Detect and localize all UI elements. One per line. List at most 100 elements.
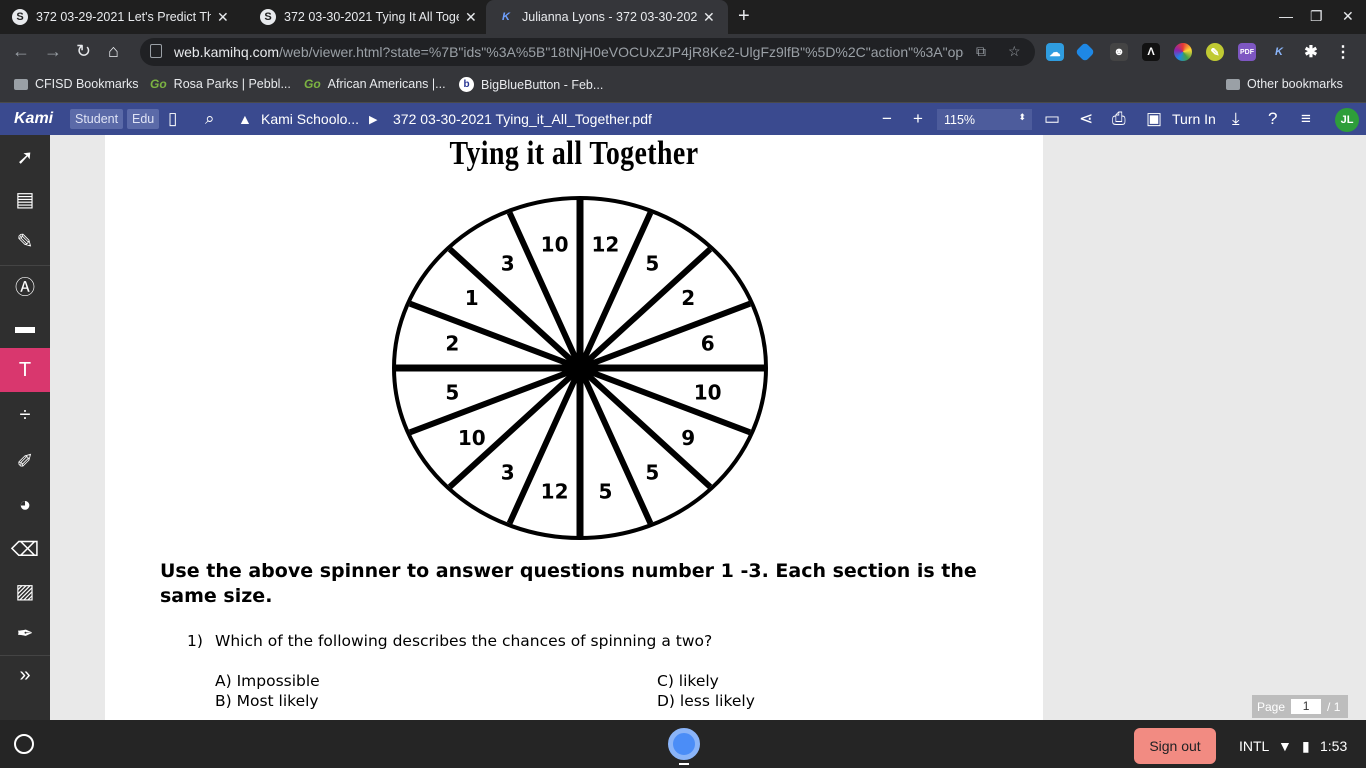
zoom-in-icon[interactable]: + <box>913 109 923 129</box>
drive-folder-link[interactable]: Kami Schoolo... <box>261 111 359 127</box>
bookmark-star-icon[interactable]: ☆ <box>1008 43 1021 60</box>
home-icon[interactable]: ⌂ <box>108 41 119 62</box>
bookmark-label: Other bookmarks <box>1247 77 1343 91</box>
text-tool-icon[interactable]: T <box>0 348 50 392</box>
minimize-icon[interactable]: — <box>1279 8 1293 24</box>
close-window-icon[interactable]: ✕ <box>1342 8 1354 25</box>
launcher-icon[interactable] <box>14 734 34 754</box>
extension-color-icon[interactable] <box>1174 43 1192 61</box>
extension-kami-icon[interactable]: K <box>1270 43 1288 61</box>
close-icon[interactable]: ✕ <box>465 9 477 26</box>
sign-out-button[interactable]: Sign out <box>1134 728 1216 764</box>
zoom-select[interactable]: 115% ⬍ <box>937 109 1032 130</box>
open-in-app-icon[interactable]: ⧉ <box>976 43 986 60</box>
extensions-puzzle-icon[interactable]: ✱ <box>1302 43 1320 61</box>
os-shelf: Sign out INTL ▼ ▮ 1:53 <box>0 720 1366 768</box>
option-b: B) Most likely <box>215 692 319 710</box>
menu-kebab-icon[interactable]: ⋮ <box>1334 43 1352 61</box>
document-viewport: Tying it all Together 12 5 2 6 10 9 5 5 12 3 10 5 2 1… <box>50 135 1366 720</box>
spinner-label: 2 <box>445 331 459 355</box>
chrome-icon[interactable] <box>668 728 700 760</box>
question-number: 1) <box>187 632 203 650</box>
clock[interactable]: 1:53 <box>1320 738 1347 754</box>
zoom-out-icon[interactable]: − <box>882 109 892 129</box>
spinner-label: 12 <box>541 479 569 503</box>
tab-strip: S 372 03-29-2021 Let's Predict The... ✕ … <box>0 0 1366 34</box>
page-indicator: Page 1 / 1 <box>1252 695 1348 718</box>
extension-a-icon[interactable]: Λ <box>1142 43 1160 61</box>
expand-tools-icon[interactable]: » <box>0 653 50 697</box>
share-icon[interactable]: ⋖ <box>1079 109 1093 129</box>
eraser-tool-icon[interactable]: ⌫ <box>0 527 50 571</box>
hamburger-menu-icon[interactable]: ≡ <box>1301 109 1311 129</box>
battery-icon[interactable]: ▮ <box>1302 738 1310 755</box>
extension-pen-icon[interactable]: ✎ <box>1206 43 1224 61</box>
bookmark-label: Rosa Parks | Pebbl... <box>173 77 291 91</box>
back-icon[interactable]: ← <box>12 41 30 62</box>
tool-sidebar: ➚ ▤ ✎ Ⓐ ▬ T ÷ ✐ ◕ ⌫ ▨ ✒ » <box>0 135 50 720</box>
page-label: Page <box>1257 699 1286 714</box>
other-bookmarks[interactable]: Other bookmarks <box>1226 77 1343 91</box>
markup-tool-icon[interactable]: Ⓐ <box>0 263 50 307</box>
forward-icon[interactable]: → <box>44 41 62 62</box>
google-drive-icon: ▲ <box>238 111 252 127</box>
ime-indicator[interactable]: INTL <box>1239 738 1269 754</box>
signature-tool-icon[interactable]: ✒ <box>0 611 50 655</box>
folder-icon <box>1226 78 1240 90</box>
go-icon: Go <box>150 77 167 91</box>
equation-tool-icon[interactable]: ÷ <box>0 393 50 437</box>
bookmark-african-americans[interactable]: Go African Americans |... <box>304 77 446 91</box>
text-to-speech-icon[interactable]: ✎ <box>0 219 50 263</box>
spinner-label: 5 <box>445 381 459 405</box>
option-d: D) less likely <box>657 692 755 710</box>
address-bar[interactable]: web.kamihq.com/web/viewer.html?state=%7B… <box>140 38 1035 66</box>
page-number-input[interactable]: 1 <box>1291 699 1322 714</box>
comment-tool-icon[interactable]: ▬ <box>0 305 50 349</box>
bookmark-bigbluebutton[interactable]: b BigBlueButton - Feb... <box>459 77 603 92</box>
tab-title: 372 03-30-2021 Tying It All Toge... <box>284 10 459 24</box>
close-icon[interactable]: ✕ <box>217 9 229 26</box>
new-tab-icon[interactable]: + <box>738 5 750 28</box>
spinner-hub <box>568 356 592 380</box>
help-icon[interactable]: ? <box>1268 109 1277 129</box>
shapes-tool-icon[interactable]: ◕ <box>0 483 50 527</box>
tab-tying-it-all[interactable]: S 372 03-30-2021 Tying It All Toge... ✕ <box>248 0 486 34</box>
reload-icon[interactable]: ↻ <box>76 41 91 62</box>
spinner-label: 5 <box>645 461 659 485</box>
save-icon[interactable]: ▣ <box>1146 109 1162 129</box>
bookmarks-bar: CFISD Bookmarks Go Rosa Parks | Pebbl...… <box>0 70 1366 103</box>
folder-icon <box>14 78 28 90</box>
sidebar-toggle-icon[interactable]: ▯ <box>168 109 177 129</box>
extension-diamond-icon[interactable] <box>1075 42 1095 62</box>
open-folder-icon[interactable]: ▭ <box>1044 109 1060 129</box>
restore-icon[interactable]: ❐ <box>1310 8 1323 25</box>
drawing-tool-icon[interactable]: ✐ <box>0 439 50 483</box>
wifi-icon[interactable]: ▼ <box>1278 738 1292 754</box>
schoology-icon: S <box>12 9 28 25</box>
turn-in-button[interactable]: Turn In <box>1172 111 1216 127</box>
avatar[interactable]: JL <box>1335 108 1359 132</box>
spinner-label: 5 <box>645 251 659 275</box>
tab-lets-predict[interactable]: S 372 03-29-2021 Let's Predict The... ✕ <box>0 0 248 34</box>
breadcrumb-arrow-icon: ▶ <box>369 114 378 126</box>
image-tool-icon[interactable]: ▨ <box>0 569 50 613</box>
page-info-icon[interactable] <box>150 44 162 58</box>
close-icon[interactable]: ✕ <box>703 9 715 26</box>
download-icon[interactable]: ⤓ <box>1232 109 1240 129</box>
browser-toolbar: ← → ↻ ⌂ web.kamihq.com/web/viewer.html?s… <box>0 34 1366 70</box>
search-icon[interactable]: ⌕ <box>205 109 215 129</box>
extension-pdf-icon[interactable]: PDF <box>1238 43 1256 61</box>
question-1: Which of the following describes the cha… <box>215 632 713 650</box>
spinner-label: 1 <box>465 286 479 310</box>
extension-cloud-icon[interactable]: ☁ <box>1046 43 1064 61</box>
bookmark-cfisd[interactable]: CFISD Bookmarks <box>14 77 139 91</box>
zoom-value: 115% <box>944 112 976 127</box>
bookmark-rosa-parks[interactable]: Go Rosa Parks | Pebbl... <box>150 77 291 91</box>
select-tool-icon[interactable]: ➚ <box>0 135 50 179</box>
dictionary-tool-icon[interactable]: ▤ <box>0 177 50 221</box>
print-icon[interactable]: ⎙ <box>1112 109 1126 129</box>
worksheet-title: Tying it all Together <box>449 135 699 172</box>
tab-julianna-lyons[interactable]: K Julianna Lyons - 372 03-30-2021... ✕ <box>486 0 728 34</box>
extension-avatar-icon[interactable]: ☻ <box>1110 43 1128 61</box>
active-app-indicator <box>679 763 689 765</box>
